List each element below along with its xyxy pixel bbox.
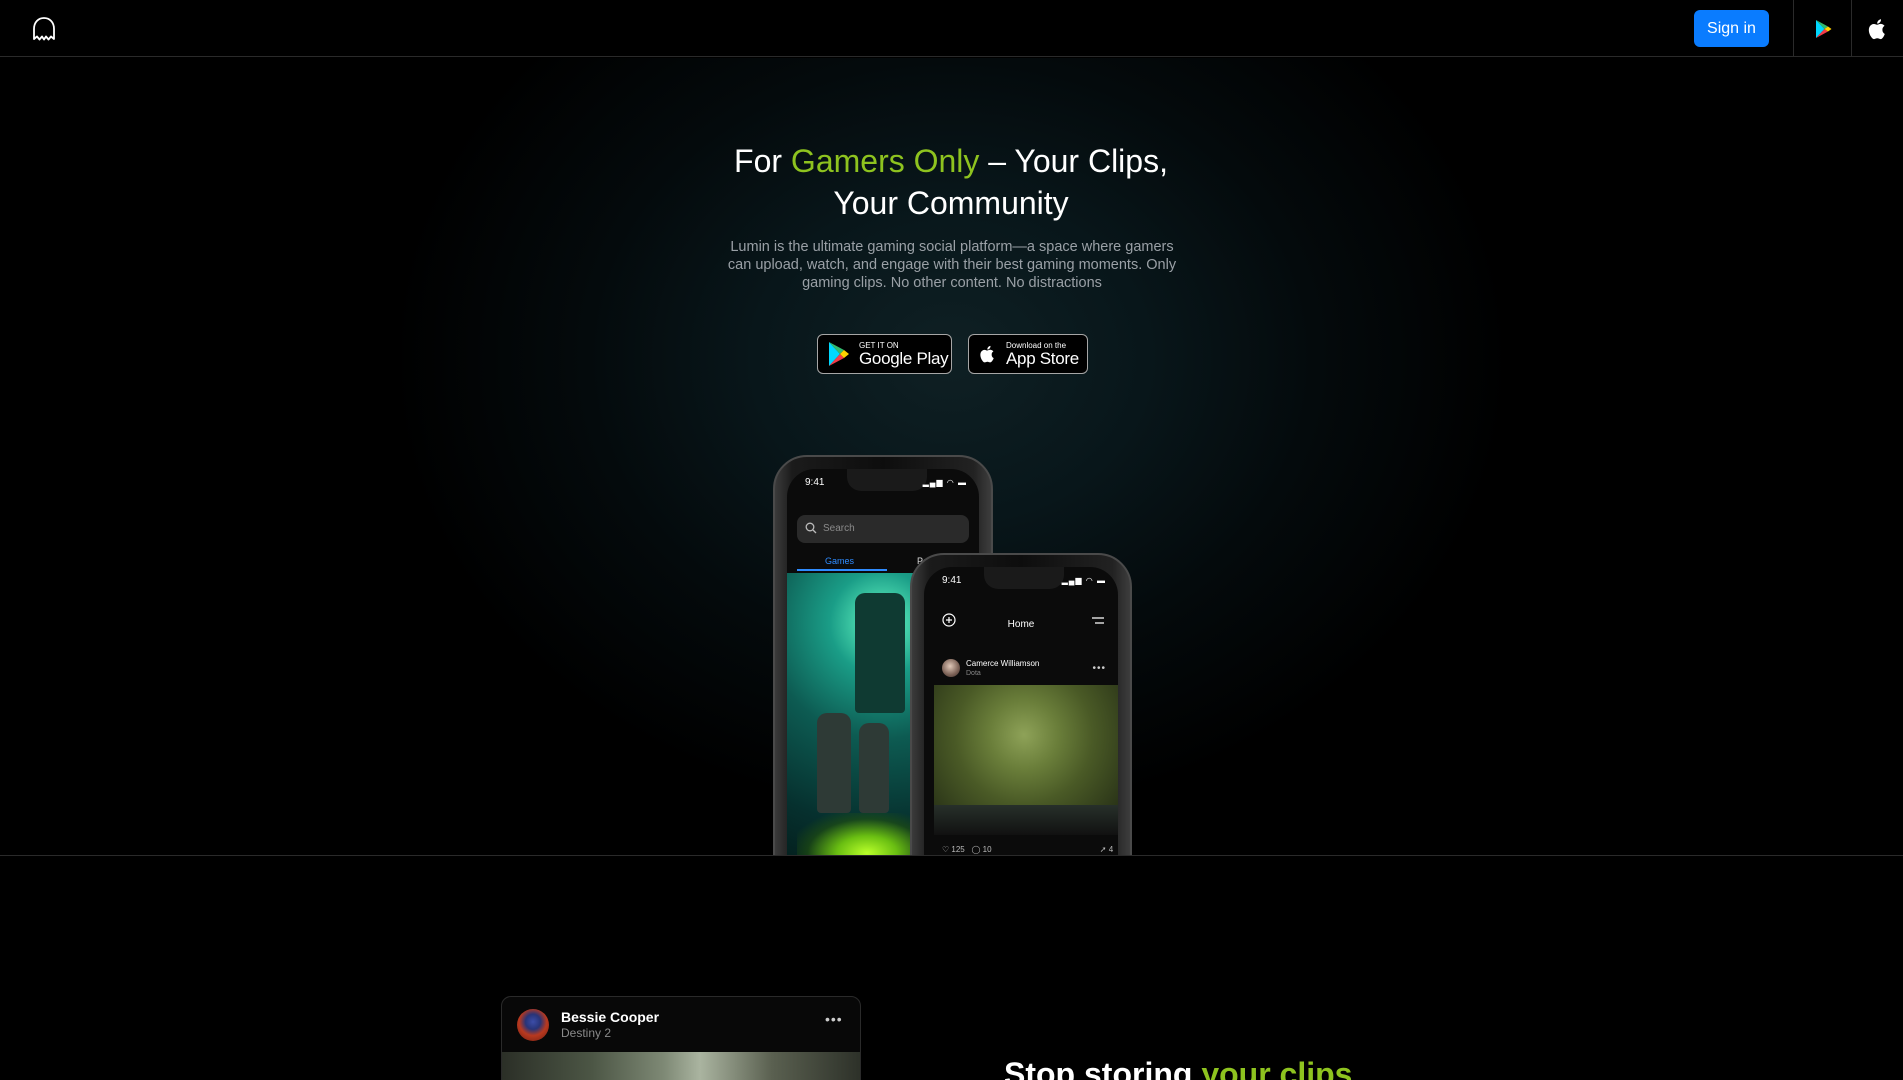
- search-icon: [805, 522, 817, 534]
- post-game: Destiny 2: [561, 1026, 612, 1040]
- game-hud: [934, 805, 1118, 835]
- status-time: 9:41: [942, 575, 962, 586]
- status-icons: ▂▄▆ ◠ ▬: [1061, 576, 1106, 585]
- like-icon[interactable]: ♡: [942, 845, 949, 854]
- character-figure: [855, 593, 905, 713]
- google-play-badge[interactable]: GET IT ON Google Play: [817, 334, 952, 374]
- phone-notch: [984, 567, 1064, 589]
- post-stats: ♡ 125 ◯ 10 ➚ 4: [942, 845, 1113, 854]
- clip-thumbnail[interactable]: [934, 685, 1118, 835]
- more-options-icon[interactable]: •••: [1092, 663, 1106, 674]
- status-time: 9:41: [805, 477, 825, 488]
- like-count: 125: [951, 845, 965, 854]
- title-line2: Your Community: [833, 185, 1069, 221]
- title-pre: For: [734, 143, 791, 179]
- badge-big-text: App Store: [1006, 348, 1079, 368]
- character-figure: [859, 723, 889, 813]
- ghost-icon[interactable]: [30, 15, 58, 43]
- screen-title: Home: [1007, 619, 1035, 630]
- more-options-icon[interactable]: •••: [825, 1011, 843, 1027]
- apple-icon: [980, 345, 994, 363]
- share-icon[interactable]: ➚: [1100, 845, 1107, 854]
- search-placeholder: Search: [823, 523, 855, 534]
- divider: [1851, 0, 1852, 57]
- feed-post-card[interactable]: Bessie Cooper Destiny 2 •••: [501, 996, 861, 1080]
- hero-section: For Gamers Only – Your Clips, Your Commu…: [0, 58, 1903, 855]
- avatar[interactable]: [942, 659, 960, 677]
- share-count: 4: [1108, 845, 1114, 854]
- heading-pre: Stop storing: [1004, 1056, 1202, 1080]
- section-heading: Stop storing your clips: [1004, 1056, 1352, 1080]
- app-store-badge[interactable]: Download on the App Store: [968, 334, 1088, 374]
- post-game: Dota: [966, 670, 981, 677]
- badge-text: GET IT ON Google Play: [859, 341, 949, 368]
- top-nav: Sign in: [0, 0, 1903, 57]
- avatar[interactable]: [517, 1009, 549, 1041]
- divider: [1793, 0, 1794, 57]
- comment-icon[interactable]: ◯: [971, 845, 980, 854]
- sign-in-button[interactable]: Sign in: [1694, 10, 1769, 47]
- phone-screen: 9:41 ▂▄▆ ◠ ▬ Home Camerce Williamson Dot…: [924, 567, 1118, 855]
- badge-text: Download on the App Store: [1006, 341, 1079, 368]
- tab-underline: [797, 569, 887, 571]
- clip-thumbnail[interactable]: [502, 1052, 860, 1080]
- google-play-icon: [829, 342, 849, 366]
- badge-big-text: Google Play: [859, 348, 949, 368]
- menu-icon[interactable]: [1092, 617, 1104, 625]
- post-username[interactable]: Camerce Williamson: [966, 659, 1039, 668]
- hero-title: For Gamers Only – Your Clips, Your Commu…: [651, 140, 1251, 224]
- heading-accent: your clips: [1201, 1056, 1353, 1080]
- phone-notch: [847, 469, 927, 491]
- search-input[interactable]: Search: [797, 515, 969, 543]
- title-accent: Gamers Only: [790, 143, 980, 179]
- comment-count: 10: [982, 845, 992, 854]
- apple-icon[interactable]: [1866, 17, 1890, 41]
- phone-mockup-home: 9:41 ▂▄▆ ◠ ▬ Home Camerce Williamson Dot…: [910, 553, 1132, 855]
- tab-games[interactable]: Games: [825, 556, 854, 566]
- hero-description: Lumin is the ultimate gaming social plat…: [727, 239, 1177, 291]
- title-line1-post: – Your Clips,: [979, 143, 1168, 179]
- status-icons: ▂▄▆ ◠ ▬: [922, 478, 967, 487]
- section-divider: [0, 855, 1903, 856]
- post-username[interactable]: Bessie Cooper: [561, 1009, 659, 1025]
- google-play-icon[interactable]: [1811, 17, 1835, 41]
- character-figure: [817, 713, 851, 813]
